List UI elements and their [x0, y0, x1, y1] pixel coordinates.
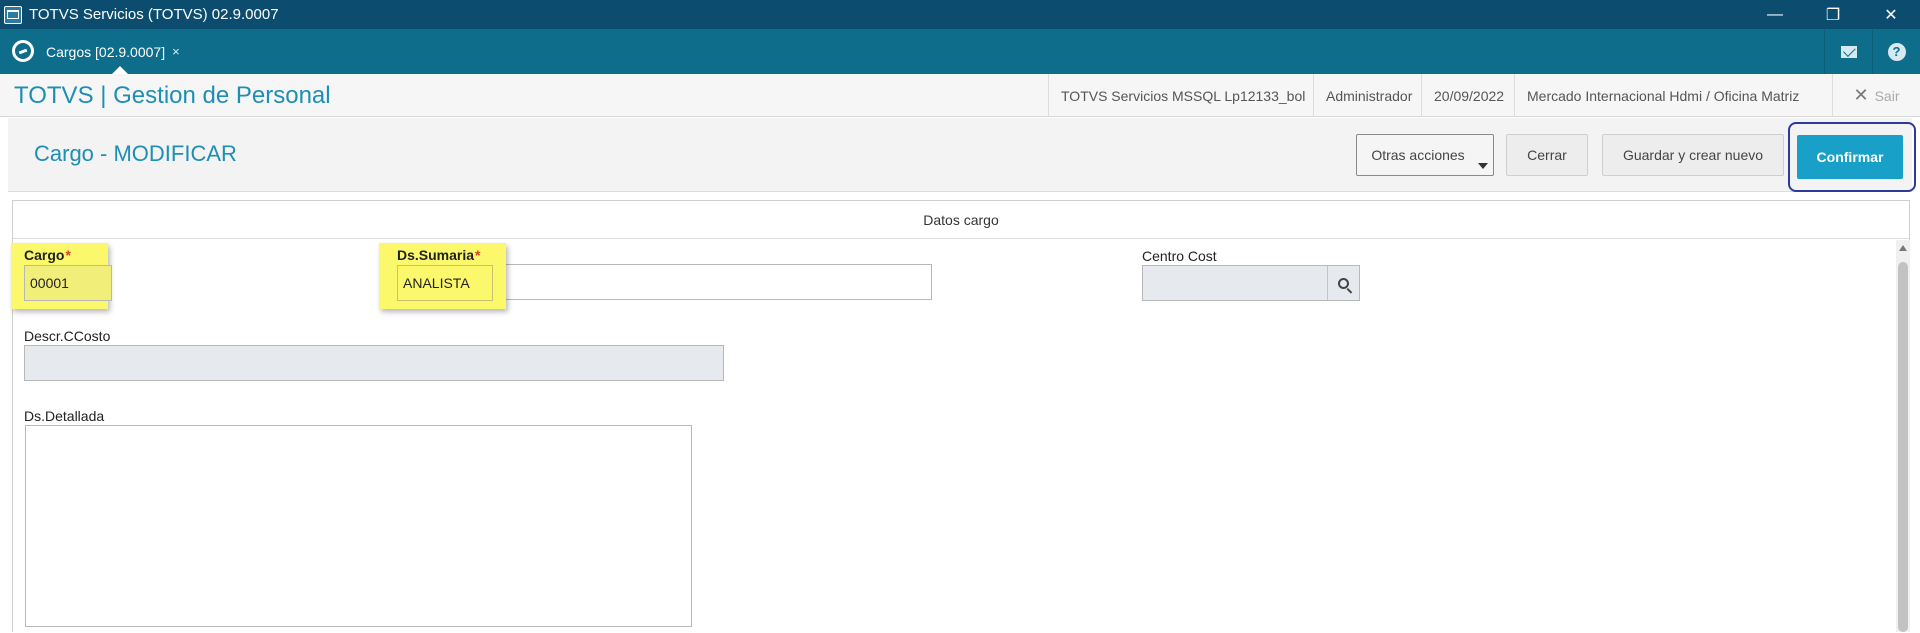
tab-label: Cargos [02.9.0007] [46, 43, 166, 60]
help-button[interactable]: ? [1872, 29, 1920, 74]
window-title-bar: TOTVS Servicios (TOTVS) 02.9.0007 — ❐ ✕ [0, 0, 1920, 29]
logout-button[interactable]: ✕ Sair [1832, 74, 1920, 117]
other-actions-button[interactable]: Otras acciones [1356, 134, 1494, 176]
close-button[interactable]: Cerrar [1506, 134, 1588, 176]
form-title: Cargo - MODIFICAR [34, 141, 237, 166]
ds-sumaria-label: Ds.Sumaria* [397, 247, 481, 263]
save-and-new-button[interactable]: Guardar y crear nuevo [1602, 134, 1784, 176]
logout-label: Sair [1874, 87, 1900, 104]
ds-detallada-textarea[interactable] [25, 425, 692, 627]
messages-button[interactable] [1824, 29, 1872, 74]
window-title: TOTVS Servicios (TOTVS) 02.9.0007 [29, 6, 279, 23]
descr-ccosto-input[interactable] [24, 345, 724, 381]
restore-icon[interactable]: ❐ [1804, 0, 1862, 29]
environment-info[interactable]: TOTVS Servicios MSSQL Lp12133_bol [1048, 74, 1317, 117]
form-header: Cargo - MODIFICAR Otras acciones Cerrar … [8, 118, 1916, 192]
close-icon[interactable]: ✕ [1862, 0, 1920, 29]
ds-detallada-field: Ds.Detallada [24, 408, 694, 633]
user-info[interactable]: Administrador [1313, 74, 1424, 117]
active-tab-indicator [112, 66, 128, 74]
descr-ccosto-field: Descr.CCosto [24, 328, 726, 388]
date-info[interactable]: 20/09/2022 [1421, 74, 1516, 117]
scroll-thumb[interactable] [1898, 262, 1908, 632]
required-mark: * [475, 247, 481, 263]
centro-cost-label: Centro Cost [1142, 248, 1217, 264]
form-body: Datos cargo Cargo* 00001 Ds.Sumaria* ANA… [11, 200, 1910, 633]
ds-sumaria-input[interactable]: ANALISTA [397, 265, 493, 301]
cargo-field: Cargo* 00001 [24, 247, 112, 307]
chevron-down-icon [1478, 163, 1488, 169]
search-icon [1338, 277, 1349, 289]
module-header: TOTVS | Gestion de Personal TOTVS Servic… [0, 74, 1920, 117]
centro-cost-field: Centro Cost [1142, 248, 1362, 308]
confirm-highlight-outline: Confirmar [1788, 122, 1916, 192]
window-controls: — ❐ ✕ [1746, 0, 1920, 29]
tabbar-tools: ? [1824, 29, 1920, 74]
totvs-logo-icon[interactable] [12, 40, 34, 62]
module-title: TOTVS | Gestion de Personal [14, 82, 331, 109]
app-window-icon [4, 5, 22, 24]
minimize-icon[interactable]: — [1746, 0, 1804, 29]
ds-detallada-label: Ds.Detallada [24, 408, 105, 424]
cargo-input[interactable]: 00001 [24, 265, 112, 301]
tab-close-icon[interactable]: × [172, 44, 180, 59]
centro-cost-input[interactable] [1142, 265, 1360, 301]
confirm-button[interactable]: Confirmar [1797, 135, 1903, 179]
descr-ccosto-label: Descr.CCosto [24, 328, 111, 344]
section-title: Datos cargo [13, 201, 1909, 239]
other-actions-label: Otras acciones [1371, 147, 1465, 163]
help-icon: ? [1887, 42, 1906, 61]
mail-icon [1840, 45, 1857, 58]
cargo-label: Cargo* [24, 247, 71, 263]
tab-bar: Cargos [02.9.0007] × ? [0, 29, 1920, 74]
lookup-button[interactable] [1327, 266, 1359, 300]
company-info[interactable]: Mercado Internacional Hdmi / Oficina Mat… [1514, 74, 1811, 117]
required-mark: * [65, 247, 71, 263]
ds-sumaria-field: Ds.Sumaria* ANALISTA [397, 247, 497, 307]
logout-icon: ✕ [1853, 85, 1869, 105]
scroll-up-icon[interactable] [1899, 245, 1907, 251]
form-scrollbar[interactable] [1896, 240, 1910, 632]
